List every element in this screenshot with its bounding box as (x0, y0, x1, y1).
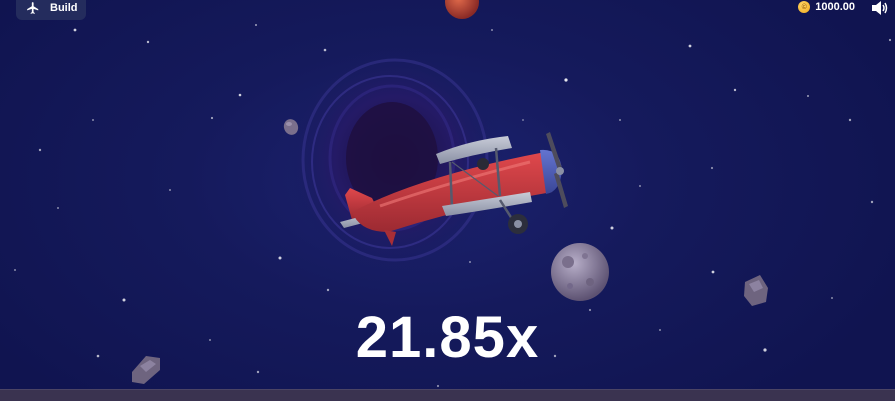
sound-toggle-button[interactable] (871, 0, 889, 16)
coin-icon: © (798, 1, 811, 13)
balance-amount: 1000.00 (815, 1, 855, 13)
airplane-icon (26, 1, 40, 15)
bottom-panel (0, 389, 895, 401)
build-button-label: Build (50, 2, 78, 14)
speaker-icon (872, 1, 888, 15)
build-button[interactable]: Build (16, 0, 86, 20)
balance-display: © 1000.00 (798, 0, 855, 14)
multiplier-display: 21.85x (355, 305, 540, 370)
